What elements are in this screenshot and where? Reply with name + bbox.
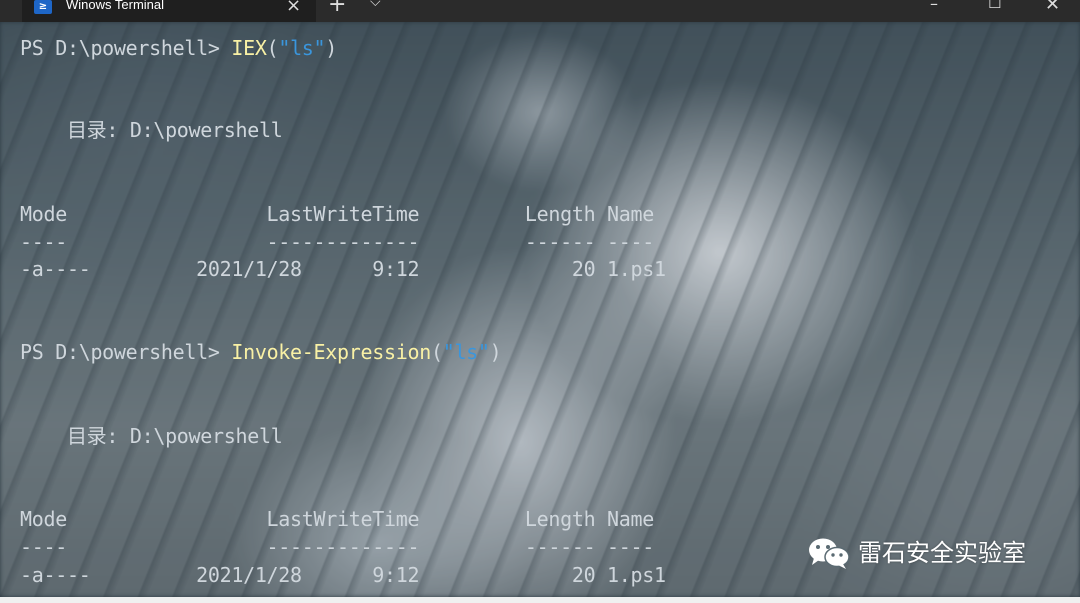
close-button[interactable]: ✕ [1045,0,1060,15]
table-header: Mode LastWriteTime Length Name [20,202,655,226]
table-header: Mode LastWriteTime Length Name [20,507,655,531]
terminal-pane[interactable]: PS D:\powershell> IEX("ls") 目录: D:\power… [0,22,1080,597]
paren-close: ) [489,340,502,364]
directory-label: 目录: D:\powershell [20,118,283,142]
prompt: PS D:\powershell> [20,36,232,60]
table-divider: ---- ------------- ------ ---- [20,230,655,254]
string-arg: "ls" [442,340,490,364]
paren-open: ( [266,36,279,60]
command-line-1: PS D:\powershell> IEX("ls") [20,36,337,60]
chevron-down-icon[interactable]: ⌵ [370,0,381,10]
watermark-text: 雷石安全实验室 [858,539,1026,567]
maximize-button[interactable]: ☐ [988,0,1001,12]
paren-open: ( [430,340,443,364]
new-tab-button[interactable]: + [328,0,346,17]
minimize-button[interactable]: – [930,0,938,13]
string-arg: "ls" [278,36,326,60]
tab-title: Winows Terminal [66,0,165,12]
title-bar: ≥ Winows Terminal × + ⌵ – ☐ ✕ [0,0,1080,22]
command-line-2: PS D:\powershell> Invoke-Expression("ls"… [20,340,502,364]
table-row: -a---- 2021/1/28 9:12 20 1.ps1 [20,257,666,281]
powershell-icon: ≥ [34,0,52,14]
directory-label: 目录: D:\powershell [20,424,283,448]
paren-close: ) [325,36,338,60]
command: IEX [231,36,267,60]
table-row: -a---- 2021/1/28 9:12 20 1.ps1 [20,563,666,587]
terminal-window: ≥ Winows Terminal × + ⌵ – ☐ ✕ PS D:\powe… [0,0,1080,603]
table-divider: ---- ------------- ------ ---- [20,535,655,559]
watermark: 雷石安全实验室 [808,534,1048,574]
command: Invoke-Expression [231,340,431,364]
window-border [0,597,1080,603]
tab-windows-terminal[interactable]: ≥ Winows Terminal × [22,0,316,22]
wechat-icon [809,538,850,569]
prompt: PS D:\powershell> [20,340,232,364]
close-tab-icon[interactable]: × [286,0,301,16]
